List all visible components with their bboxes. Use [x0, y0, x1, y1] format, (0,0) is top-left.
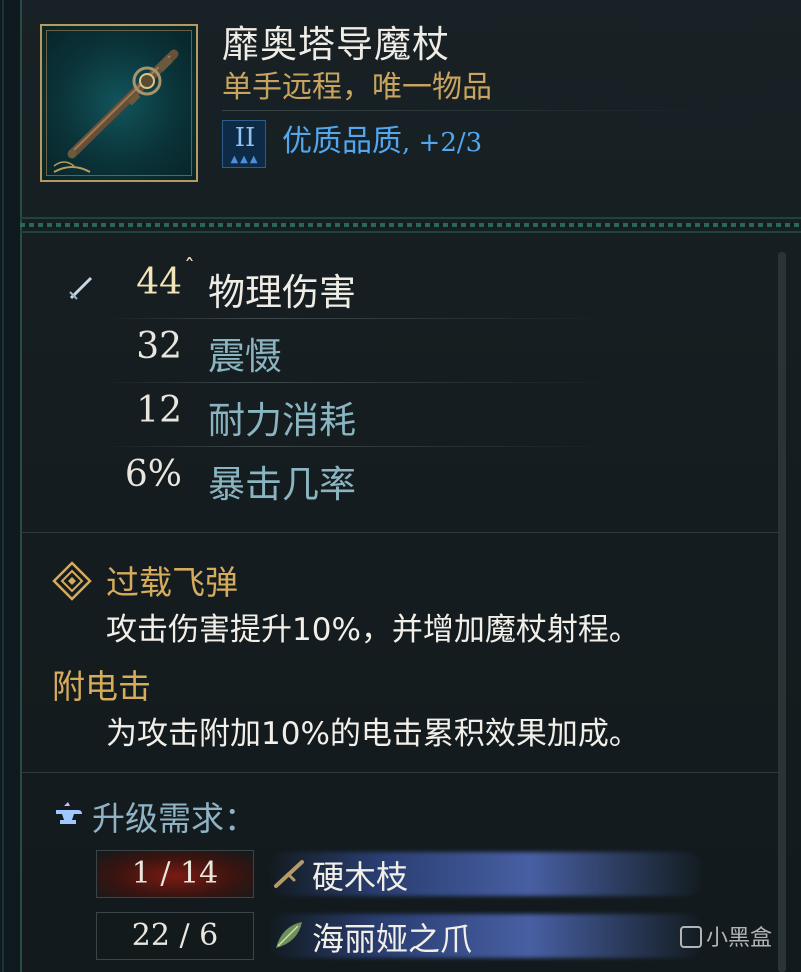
material-name: 硬木枝 [312, 858, 409, 896]
branch-icon [274, 860, 304, 888]
stat-row-physical-damage: 44 ˆ 物理伤害 [60, 256, 620, 322]
watermark: 小黑盒 [680, 920, 772, 952]
material-name: 海丽娅之爪 [312, 920, 473, 958]
tier-badge: II ▲▲▲ [222, 120, 266, 168]
upgrade-requirements-title: 升级需求： [92, 799, 257, 838]
section-divider [20, 772, 780, 773]
requirement-count: 1 / 14 [96, 850, 254, 898]
ornamental-divider [20, 214, 801, 236]
requirement-row: 1 / 14 硬木枝 [96, 850, 776, 900]
stat-label: 耐力消耗 [208, 399, 356, 442]
stat-value: 6% [124, 454, 182, 495]
effect-description: 攻击伤害提升10%，并增加魔杖射程。 [106, 612, 640, 648]
effect-description: 为攻击附加10%的电击累积效果加成。 [106, 716, 640, 752]
item-quality: 优质品质, +2/3 [282, 116, 482, 160]
header-rule [222, 110, 722, 111]
item-subtitle: 单手远程，唯一物品 [222, 70, 492, 105]
effect-title: 附电击 [52, 667, 151, 706]
watermark-text: 小黑盒 [706, 926, 773, 951]
tier-roman: II [234, 123, 256, 153]
watermark-logo-icon [680, 926, 702, 948]
scrollbar[interactable] [778, 252, 786, 972]
quality-upgrade-level: , +2/3 [402, 128, 483, 158]
stat-label: 物理伤害 [208, 271, 356, 314]
wand-image [53, 49, 179, 173]
stat-upgrade-caret: ˆ [184, 256, 195, 281]
stat-label: 震慑 [208, 335, 282, 378]
requirement-row: 22 / 6 海丽娅之爪 [96, 912, 776, 962]
stat-value: 32 [136, 326, 182, 367]
stat-row-stagger: 32 震慑 [60, 326, 620, 386]
stat-value: 12 [136, 390, 182, 431]
left-edge-line [2, 0, 4, 972]
item-image-frame [40, 24, 198, 182]
leaf-icon [276, 922, 302, 948]
quality-label: 优质品质 [282, 124, 402, 159]
effect-title: 过载飞弹 [106, 563, 238, 602]
stat-row-stamina-cost: 12 耐力消耗 [60, 390, 620, 450]
anvil-icon [56, 802, 82, 824]
diamond-rune-icon [52, 561, 92, 601]
stat-label: 暴击几率 [208, 463, 356, 506]
item-name: 靡奥塔导魔杖 [222, 23, 450, 66]
stat-row-crit-chance: 6% 暴击几率 [60, 454, 620, 514]
stat-value: 44 [136, 262, 182, 303]
requirement-count: 22 / 6 [96, 912, 254, 960]
tier-pips-icon: ▲▲▲ [230, 154, 260, 165]
section-divider [20, 532, 780, 533]
